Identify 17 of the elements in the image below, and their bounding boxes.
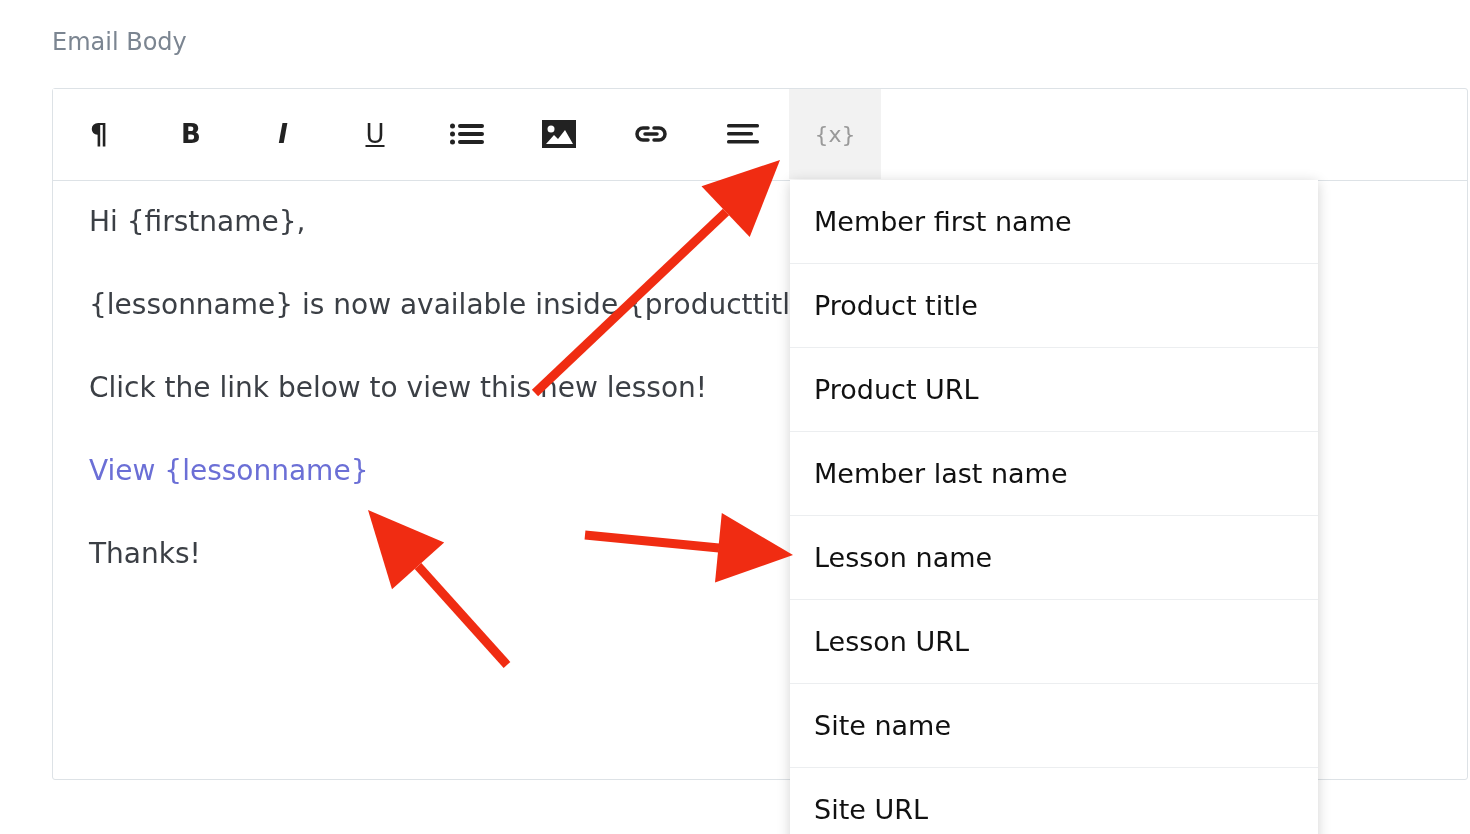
menu-item[interactable]: Site URL [790, 768, 1318, 834]
email-link[interactable]: View {lessonname} [89, 452, 369, 490]
menu-item[interactable]: Lesson name [790, 516, 1318, 600]
image-icon [542, 120, 576, 148]
menu-item[interactable]: Member first name [790, 180, 1318, 264]
menu-item[interactable]: Product URL [790, 348, 1318, 432]
menu-item[interactable]: Member last name [790, 432, 1318, 516]
menu-item[interactable]: Lesson URL [790, 600, 1318, 684]
list-icon [450, 123, 484, 145]
link-icon [635, 125, 667, 143]
menu-item[interactable]: Site name [790, 684, 1318, 768]
menu-item[interactable]: Product title [790, 264, 1318, 348]
email-paragraph: {lessonname} is now available inside {producttitl [89, 287, 791, 323]
email-paragraph: Thanks! [89, 536, 201, 572]
field-label: Email Body [52, 28, 187, 56]
align-left-icon [727, 124, 759, 144]
email-paragraph: Hi {firstname}, [89, 204, 306, 240]
